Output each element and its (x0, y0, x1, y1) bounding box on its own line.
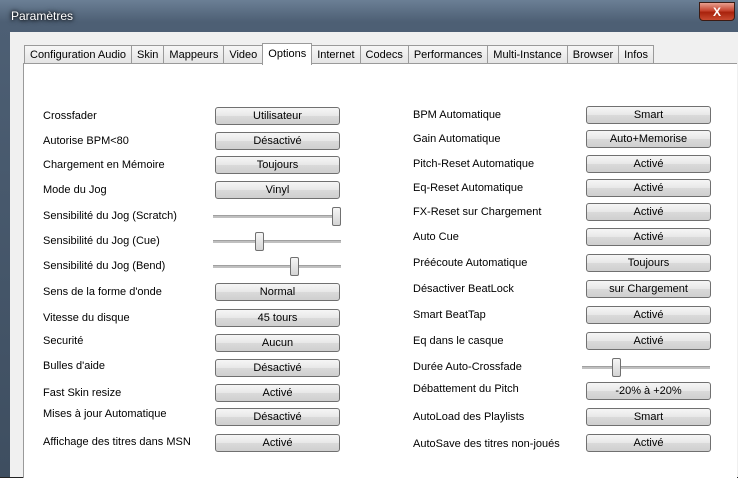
options-panel: Crossfader Utilisateur Autorise BPM<80 D… (23, 63, 737, 478)
mises-a-jour-button[interactable]: Désactivé (215, 408, 340, 426)
eq-reset-button[interactable]: Activé (586, 179, 711, 197)
option-label: AutoSave des titres non-joués (413, 438, 560, 450)
option-label: Pitch-Reset Automatique (413, 158, 535, 170)
vitesse-disque-button[interactable]: 45 tours (215, 309, 340, 327)
fast-skin-resize-button[interactable]: Activé (215, 384, 340, 402)
tab-bar: Configuration Audio Skin Mappeurs Video … (24, 43, 654, 65)
option-label: Autorise BPM<80 (43, 135, 129, 147)
window-title: Paramètres (11, 9, 74, 23)
securite-button[interactable]: Aucun (215, 334, 340, 352)
sensibilite-cue-slider[interactable] (213, 232, 341, 252)
affichage-msn-button[interactable]: Activé (215, 434, 340, 452)
slider-thumb[interactable] (290, 257, 299, 276)
tab-multi-instance[interactable]: Multi-Instance (487, 45, 567, 65)
slider-track (582, 366, 710, 370)
close-icon: X (712, 4, 721, 19)
tab-mappeurs[interactable]: Mappeurs (163, 45, 224, 65)
option-label: Mode du Jog (43, 184, 107, 196)
slider-thumb[interactable] (612, 358, 621, 377)
option-label: Vitesse du disque (43, 312, 130, 324)
option-label: Sensibilité du Jog (Cue) (43, 235, 160, 247)
option-label: Crossfader (43, 110, 97, 122)
settings-window: Paramètres X Configuration Audio Skin Ma… (0, 0, 738, 478)
bpm-automatique-button[interactable]: Smart (586, 106, 711, 124)
option-label: Sens de la forme d'onde (43, 286, 162, 298)
slider-track (213, 215, 341, 219)
smart-beattap-button[interactable]: Activé (586, 306, 711, 324)
slider-track (213, 240, 341, 244)
duree-auto-crossfade-slider[interactable] (582, 358, 710, 378)
option-label: Chargement en Mémoire (43, 159, 165, 171)
option-label: Gain Automatique (413, 133, 501, 145)
gain-automatique-button[interactable]: Auto+Memorise (586, 130, 711, 148)
option-label: Durée Auto-Crossfade (413, 361, 522, 373)
option-label: Bulles d'aide (43, 360, 106, 372)
option-label: Affichage des titres dans MSN (43, 436, 191, 448)
tab-infos[interactable]: Infos (618, 45, 654, 65)
mode-jog-button[interactable]: Vinyl (215, 181, 340, 199)
autoload-playlists-button[interactable]: Smart (586, 408, 711, 426)
option-label: Securité (43, 335, 84, 347)
slider-thumb[interactable] (255, 232, 264, 251)
dialog-client: Configuration Audio Skin Mappeurs Video … (10, 32, 738, 478)
option-label: BPM Automatique (413, 109, 502, 121)
autosave-titres-button[interactable]: Activé (586, 434, 711, 452)
option-label: Désactiver BeatLock (413, 283, 514, 295)
option-label: AutoLoad des Playlists (413, 411, 525, 423)
tab-options[interactable]: Options (262, 43, 313, 65)
slider-thumb[interactable] (332, 207, 341, 226)
option-label: Eq dans le casque (413, 335, 504, 347)
autorise-bpm-button[interactable]: Désactivé (215, 132, 340, 150)
debattement-pitch-button[interactable]: -20% à +20% (586, 382, 711, 400)
tab-skin[interactable]: Skin (131, 45, 164, 65)
fx-reset-button[interactable]: Activé (586, 203, 711, 221)
sensibilite-scratch-slider[interactable] (213, 207, 341, 227)
option-label: Eq-Reset Automatique (413, 182, 524, 194)
option-label: Débattement du Pitch (413, 383, 519, 395)
option-label: Auto Cue (413, 231, 459, 243)
forme-onde-button[interactable]: Normal (215, 283, 340, 301)
tab-internet[interactable]: Internet (312, 45, 360, 65)
option-label: Fast Skin resize (43, 387, 122, 399)
option-label: Smart BeatTap (413, 309, 486, 321)
tab-browser[interactable]: Browser (566, 45, 619, 65)
crossfader-button[interactable]: Utilisateur (215, 107, 340, 125)
slider-track (213, 265, 341, 269)
sensibilite-bend-slider[interactable] (213, 257, 341, 277)
desactiver-beatlock-button[interactable]: sur Chargement (586, 280, 711, 298)
option-label: FX-Reset sur Chargement (413, 206, 542, 218)
preecoute-button[interactable]: Toujours (586, 254, 711, 272)
tab-video[interactable]: Video (223, 45, 263, 65)
option-label: Préécoute Automatique (413, 257, 528, 269)
close-button[interactable]: X (699, 2, 735, 21)
tab-configuration-audio[interactable]: Configuration Audio (24, 45, 132, 65)
bulles-aide-button[interactable]: Désactivé (215, 359, 340, 377)
eq-casque-button[interactable]: Activé (586, 332, 711, 350)
pitch-reset-button[interactable]: Activé (586, 155, 711, 173)
option-label: Sensibilité du Jog (Bend) (43, 260, 166, 272)
chargement-memoire-button[interactable]: Toujours (215, 156, 340, 174)
title-bar[interactable]: Paramètres X (0, 0, 738, 34)
option-label: Sensibilité du Jog (Scratch) (43, 210, 177, 222)
tab-performances[interactable]: Performances (407, 45, 488, 65)
tab-codecs[interactable]: Codecs (359, 45, 408, 65)
auto-cue-button[interactable]: Activé (586, 228, 711, 246)
option-label: Mises à jour Automatique (43, 408, 167, 420)
